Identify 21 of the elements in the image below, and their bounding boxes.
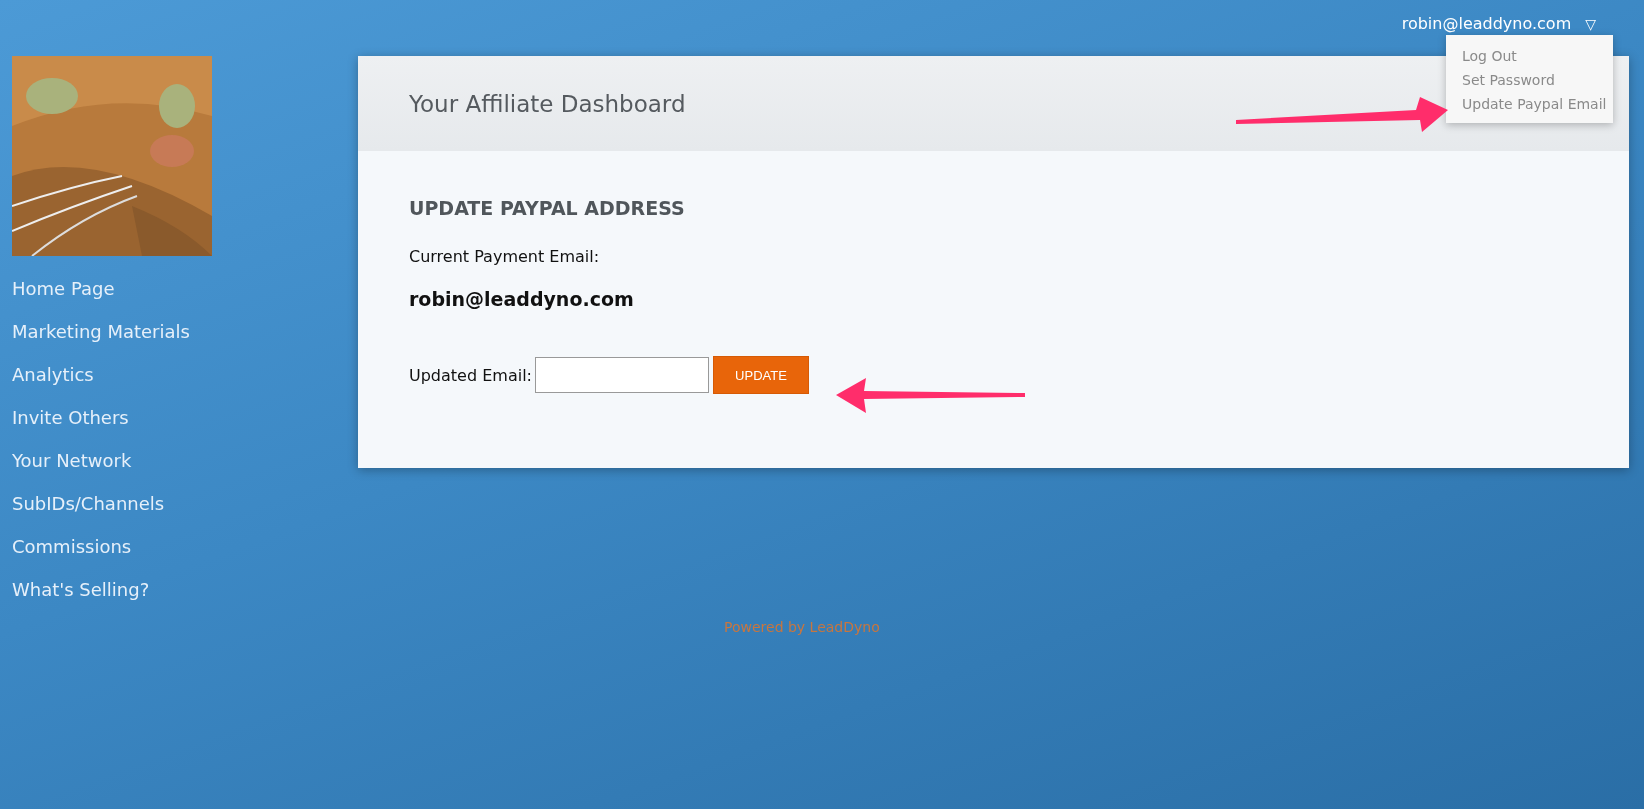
update-button[interactable]: UPDATE [712,356,809,394]
user-menu-button[interactable]: robin@leaddyno.com [1401,14,1572,33]
sidebar-link[interactable]: Your Network [12,449,132,473]
sidebar-link[interactable]: Invite Others [12,406,129,430]
sidebar-link[interactable]: Home Page [12,277,115,301]
card-title: Your Affiliate Dashboard [409,90,686,117]
sidebar-link[interactable]: Marketing Materials [12,320,190,344]
section-heading: UPDATE PAYPAL ADDRESS [409,197,686,219]
sidebar-link[interactable]: Commissions [12,535,132,559]
menu-item[interactable]: Set Password [1446,69,1613,93]
field-label: Updated Email: [409,365,532,385]
menu-item[interactable]: Update Paypal Email [1446,93,1613,117]
field-label: Current Payment Email: [409,247,601,266]
sidebar-link[interactable]: Analytics [12,363,94,387]
caret-icon[interactable]: ▽ [1585,16,1596,32]
sidebar-link[interactable]: SubIDs/Channels [12,492,165,516]
menu-item[interactable]: Log Out [1446,45,1613,69]
sidebar-link[interactable]: What's Selling? [12,578,150,602]
powered-by-text: Powered by LeadDyno [724,619,880,635]
current-email: robin@leaddyno.com [409,288,635,310]
email-field[interactable] [534,357,709,393]
